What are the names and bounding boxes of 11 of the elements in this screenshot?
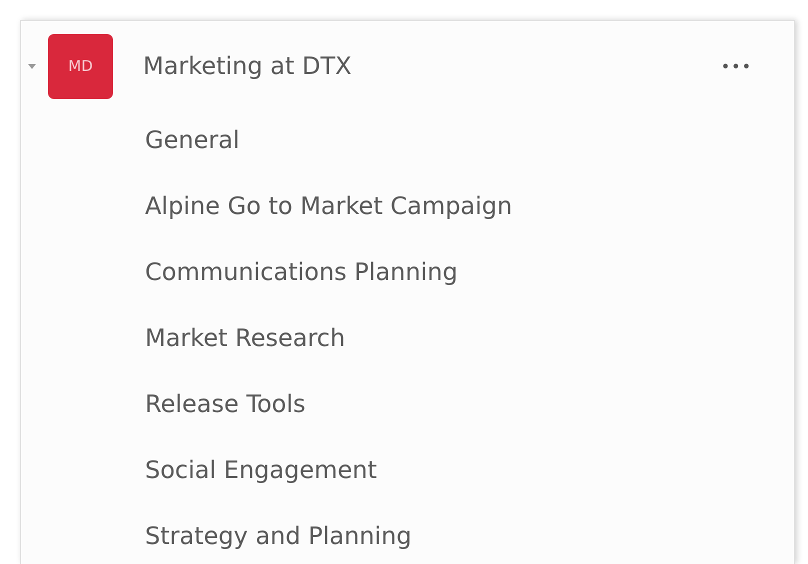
channel-item[interactable]: General	[145, 107, 794, 173]
more-button[interactable]: •••	[716, 52, 756, 80]
caret-icon[interactable]	[27, 62, 37, 70]
channel-item[interactable]: Communications Planning	[145, 239, 794, 305]
team-avatar: MD	[48, 34, 113, 98]
team-name[interactable]: Marketing at DTX	[143, 52, 717, 80]
channel-item[interactable]: Social Engagement	[145, 437, 794, 503]
channel-item[interactable]: Strategy and Planning	[145, 503, 794, 564]
channel-item[interactable]: Alpine Go to Market Campaign	[145, 173, 794, 239]
channel-item[interactable]: Market Research	[145, 305, 794, 371]
channel-item[interactable]: Release Tools	[145, 371, 794, 437]
